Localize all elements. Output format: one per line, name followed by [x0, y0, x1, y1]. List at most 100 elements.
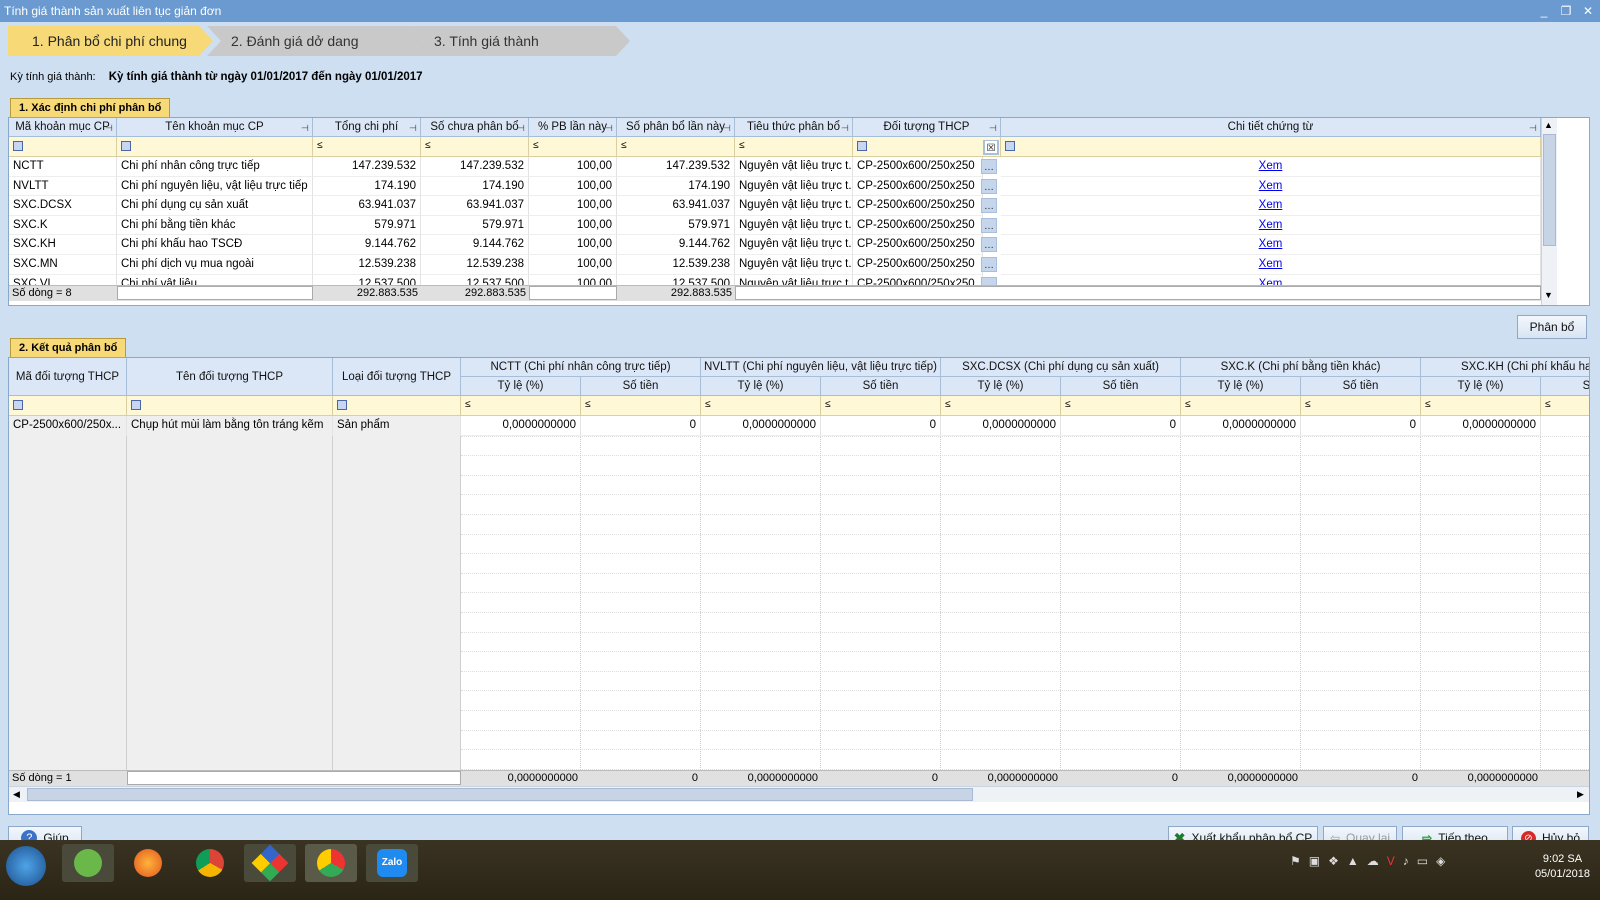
taskbar-app2-icon[interactable]: [244, 844, 296, 882]
grid2-rate-header[interactable]: Tỷ lệ (%): [701, 377, 821, 396]
network-icon[interactable]: ☁: [1367, 854, 1379, 868]
pin-icon[interactable]: ⊣: [1529, 123, 1586, 134]
shield-icon[interactable]: ◈: [1436, 854, 1445, 868]
grid2-amount-header[interactable]: Số tiền: [821, 377, 941, 396]
grid1-header-7[interactable]: Đối tượng THCP: [853, 118, 1001, 137]
section1-tab[interactable]: 1. Xác định chi phí phân bổ: [10, 98, 171, 117]
grid2-horizontal-scrollbar[interactable]: ◀ ▶: [9, 786, 1589, 802]
grid1-cell[interactable]: 100,00: [529, 196, 617, 216]
firefox-icon[interactable]: [122, 844, 174, 882]
mountain-icon[interactable]: ▲: [1347, 854, 1359, 868]
filter-operator[interactable]: ≤: [1305, 399, 1311, 410]
grid1-cell[interactable]: 100,00: [529, 157, 617, 177]
chrome-icon[interactable]: [184, 844, 236, 882]
grid2-filter-2[interactable]: [333, 396, 461, 416]
view-detail-link[interactable]: Xem: [1001, 176, 1541, 197]
grid1-header-6[interactable]: Tiêu thức phân bổ: [735, 118, 853, 137]
grid1-header-8[interactable]: Chi tiết chứng từ: [1001, 118, 1541, 137]
filter-operator[interactable]: ≤: [1185, 399, 1191, 410]
grid2-group-header[interactable]: NVLTT (Chi phí nguyên liệu, vật liệu trự…: [701, 358, 941, 377]
grid2-type-cell[interactable]: Sản phẩm: [333, 416, 461, 436]
scroll-thumb[interactable]: [27, 788, 973, 801]
grid2-rate-header[interactable]: Tỷ lệ (%): [1181, 377, 1301, 396]
grid2-amount-cell[interactable]: 0: [1061, 416, 1181, 436]
grid2-amount-cell[interactable]: 0: [821, 416, 941, 436]
filter-operator[interactable]: ≤: [1545, 399, 1551, 410]
grid2-rate-cell[interactable]: 0,0000000000: [1421, 416, 1541, 436]
grid2-filter[interactable]: ≤: [701, 396, 821, 416]
grid1-cell[interactable]: Nguyên vật liệu trực t...: [735, 255, 853, 275]
taskbar-app3-icon[interactable]: [305, 844, 357, 882]
scroll-down-icon[interactable]: ▼: [1544, 290, 1553, 300]
grid1-filter-0[interactable]: [9, 137, 117, 157]
filter-toggle-icon[interactable]: [121, 141, 131, 151]
volume-icon[interactable]: ♪: [1403, 854, 1409, 868]
section2-tab[interactable]: 2. Kết quả phân bổ: [10, 338, 127, 357]
grid1-cell[interactable]: CP-2500x600/250x250: [853, 235, 983, 255]
grid2-amount-header[interactable]: Số tiền: [581, 377, 701, 396]
grid1-cell[interactable]: Nguyên vật liệu trực t...: [735, 196, 853, 216]
filter-clear-icon[interactable]: ☒: [984, 140, 998, 154]
grid1-filter-8[interactable]: [1001, 137, 1541, 157]
grid2-filter[interactable]: ≤: [581, 396, 701, 416]
grid1-cell[interactable]: 100,00: [529, 255, 617, 275]
filter-operator[interactable]: ≤: [945, 399, 951, 410]
grid1-filter-2[interactable]: ≤: [313, 137, 421, 157]
select-object-button[interactable]: …: [981, 257, 997, 272]
filter-toggle-icon[interactable]: [857, 141, 867, 151]
grid2-header-0[interactable]: Mã đối tượng THCP: [9, 358, 127, 396]
grid2-rate-cell[interactable]: 0,0000000000: [941, 416, 1061, 436]
grid2-group-header[interactable]: SXC.K (Chi phí bằng tiền khác): [1181, 358, 1421, 377]
grid1-cell[interactable]: 100,00: [529, 176, 617, 197]
grid1-vertical-scrollbar[interactable]: ▲ ▼: [1541, 118, 1557, 305]
allocate-button[interactable]: Phân bổ: [1517, 315, 1587, 339]
dropbox-icon[interactable]: ❖: [1328, 854, 1339, 868]
grid2-group-header[interactable]: NCTT (Chi phí nhân công trực tiếp): [461, 358, 701, 377]
flag-icon[interactable]: ⚑: [1290, 854, 1301, 868]
wizard-step-3[interactable]: 3. Tính giá thành: [410, 26, 630, 56]
grid2-code-cell[interactable]: CP-2500x600/250x...: [9, 416, 127, 436]
grid2-amount-header[interactable]: Số tiền: [1541, 377, 1589, 396]
minimize-icon[interactable]: _: [1538, 0, 1550, 22]
grid1-cell[interactable]: 100,00: [529, 235, 617, 255]
grid1-header-5[interactable]: Số phân bổ lần này: [617, 118, 735, 137]
grid1-cell[interactable]: CP-2500x600/250x250: [853, 255, 983, 275]
grid1-header-2[interactable]: Tổng chi phí: [313, 118, 421, 137]
filter-operator[interactable]: ≤: [1425, 399, 1431, 410]
filter-operator[interactable]: ≤: [621, 140, 627, 151]
grid1-filter-5[interactable]: ≤: [617, 137, 735, 157]
select-object-button[interactable]: …: [981, 178, 997, 194]
view-detail-link[interactable]: Xem: [1001, 215, 1541, 236]
view-detail-link[interactable]: Xem: [1001, 196, 1541, 216]
grid1-cell[interactable]: Nguyên vật liệu trực t...: [735, 176, 853, 197]
grid1-cell[interactable]: Nguyên vật liệu trực t...: [735, 235, 853, 255]
filter-toggle-icon[interactable]: [337, 400, 347, 410]
grid1-header-3[interactable]: Số chưa phân bổ: [421, 118, 529, 137]
filter-operator[interactable]: ≤: [1065, 399, 1071, 410]
filter-operator[interactable]: ≤: [739, 140, 745, 151]
view-detail-link[interactable]: Xem: [1001, 157, 1541, 177]
grid2-filter[interactable]: ≤: [821, 396, 941, 416]
grid1-cell[interactable]: Nguyên vật liệu trực t...: [735, 157, 853, 177]
grid2-amount-header[interactable]: Số tiền: [1301, 377, 1421, 396]
filter-operator[interactable]: ≤: [705, 399, 711, 410]
filter-operator[interactable]: ≤: [425, 140, 431, 151]
grid2-rate-header[interactable]: Tỷ lệ (%): [1421, 377, 1541, 396]
scroll-right-icon[interactable]: ▶: [1577, 789, 1584, 800]
select-object-button[interactable]: …: [981, 198, 997, 214]
grid2-filter[interactable]: ≤: [941, 396, 1061, 416]
grid1-filter-1[interactable]: [117, 137, 313, 157]
grid1-cell[interactable]: CP-2500x600/250x250: [853, 215, 983, 236]
grid2-filter[interactable]: ≤: [1541, 396, 1589, 416]
grid2-filter-0[interactable]: [9, 396, 127, 416]
grid2-amount-cell[interactable]: 0: [581, 416, 701, 436]
grid2-filter[interactable]: ≤: [1301, 396, 1421, 416]
filter-toggle-icon[interactable]: [13, 141, 23, 151]
grid2-header-1[interactable]: Tên đối tượng THCP: [127, 358, 333, 396]
filter-operator[interactable]: ≤: [585, 399, 591, 410]
grid2-filter[interactable]: ≤: [461, 396, 581, 416]
select-object-button[interactable]: …: [981, 237, 997, 253]
filter-operator[interactable]: ≤: [465, 399, 471, 410]
grid2-rate-header[interactable]: Tỷ lệ (%): [941, 377, 1061, 396]
grid1-cell[interactable]: CP-2500x600/250x250: [853, 196, 983, 216]
